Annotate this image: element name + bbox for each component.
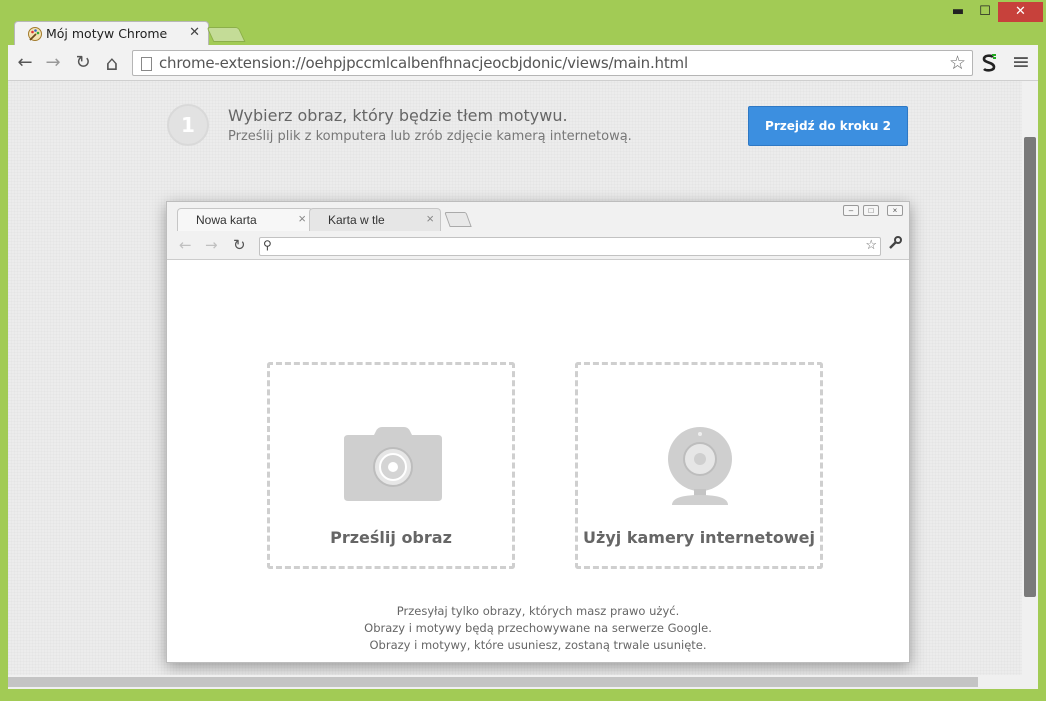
step-number: 1 (167, 104, 209, 146)
page-icon (141, 57, 152, 71)
footnote-deletion: Obrazy i motywy, które usuniesz, zostaną… (369, 638, 707, 652)
webcam-label: Użyj kamery internetowej (583, 528, 815, 547)
preview-tab-label: Nowa karta (196, 213, 257, 227)
preview-star-icon: ☆ (865, 237, 877, 252)
minimize-button[interactable]: ▬ (944, 2, 972, 22)
tab-active[interactable]: Mój motyw Chrome ✕ (14, 21, 209, 46)
preview-reload-icon: ↻ (233, 236, 246, 254)
step-subtitle: Prześlij plik z komputera lub zrób zdjęc… (228, 129, 632, 144)
footnote-rights: Przesyłaj tylko obrazy, których masz pra… (396, 604, 680, 618)
preview-tab-close-icon: × (426, 211, 434, 226)
close-window-button[interactable]: ✕ (998, 2, 1043, 22)
home-button[interactable]: ⌂ (99, 51, 125, 75)
horizontal-scroll-thumb[interactable] (8, 677, 978, 687)
page-content: 1 Wybierz obraz, który będzie tłem motyw… (8, 81, 1038, 689)
preview-tab-background: Karta w tle × (309, 208, 441, 231)
upload-image-label: Prześlij obraz (330, 528, 452, 547)
preview-tab-close-icon: × (298, 211, 306, 226)
toolbar: ← → ↻ ⌂ chrome-extension://oehpjpccmlcal… (8, 45, 1038, 81)
camera-icon (344, 427, 442, 501)
forward-button[interactable]: → (40, 51, 66, 75)
preview-toolbar: – □ × Nowa karta × Karta w tle × ← → ↻ ⚲… (167, 202, 909, 260)
tab-close-button[interactable]: ✕ (189, 25, 200, 40)
preview-back-icon: ← (179, 236, 192, 254)
webcam-icon (668, 427, 732, 505)
preview-maximize-icon: □ (863, 205, 879, 216)
step-title: Wybierz obraz, który będzie tłem motywu. (228, 106, 568, 125)
horizontal-scrollbar[interactable] (8, 675, 1022, 689)
preview-forward-icon: → (205, 236, 218, 254)
back-button[interactable]: ← (12, 51, 38, 75)
preview-new-tab-icon (444, 212, 472, 227)
extension-s-icon[interactable] (980, 53, 998, 73)
webcam-option[interactable]: Użyj kamery internetowej (575, 362, 823, 569)
address-bar[interactable]: chrome-extension://oehpjpccmlcalbenfhnac… (132, 50, 973, 76)
next-step-button[interactable]: Przejdź do kroku 2 (748, 106, 908, 146)
bookmark-star-icon[interactable]: ☆ (949, 52, 966, 75)
upload-image-option[interactable]: Prześlij obraz (267, 362, 515, 569)
menu-button[interactable]: ≡ (1008, 51, 1034, 75)
preview-close-icon: × (887, 205, 903, 216)
maximize-button[interactable]: ☐ (971, 2, 999, 22)
tab-title: Mój motyw Chrome (46, 26, 168, 41)
preview-tab-label: Karta w tle (328, 213, 385, 227)
preview-tab-new: Nowa karta × (177, 208, 313, 231)
preview-address-bar: ⚲ ☆ (259, 237, 881, 256)
reload-button[interactable]: ↻ (70, 51, 96, 75)
theme-preview-browser: – □ × Nowa karta × Karta w tle × ← → ↻ ⚲… (166, 201, 910, 663)
address-url[interactable]: chrome-extension://oehpjpccmlcalbenfhnac… (159, 54, 688, 72)
palette-icon (28, 27, 42, 41)
browser-window: ▬ ☐ ✕ Mój motyw Chrome ✕ ← → ↻ ⌂ chrome-… (0, 0, 1046, 701)
wrench-icon (889, 236, 902, 249)
preview-search-icon: ⚲ (263, 238, 272, 252)
vertical-scrollbar[interactable] (1022, 81, 1038, 689)
new-tab-button[interactable] (206, 27, 246, 42)
preview-minimize-icon: – (843, 205, 859, 216)
footnote-storage: Obrazy i motywy będą przechowywane na se… (364, 621, 712, 635)
vertical-scroll-thumb[interactable] (1024, 137, 1036, 597)
